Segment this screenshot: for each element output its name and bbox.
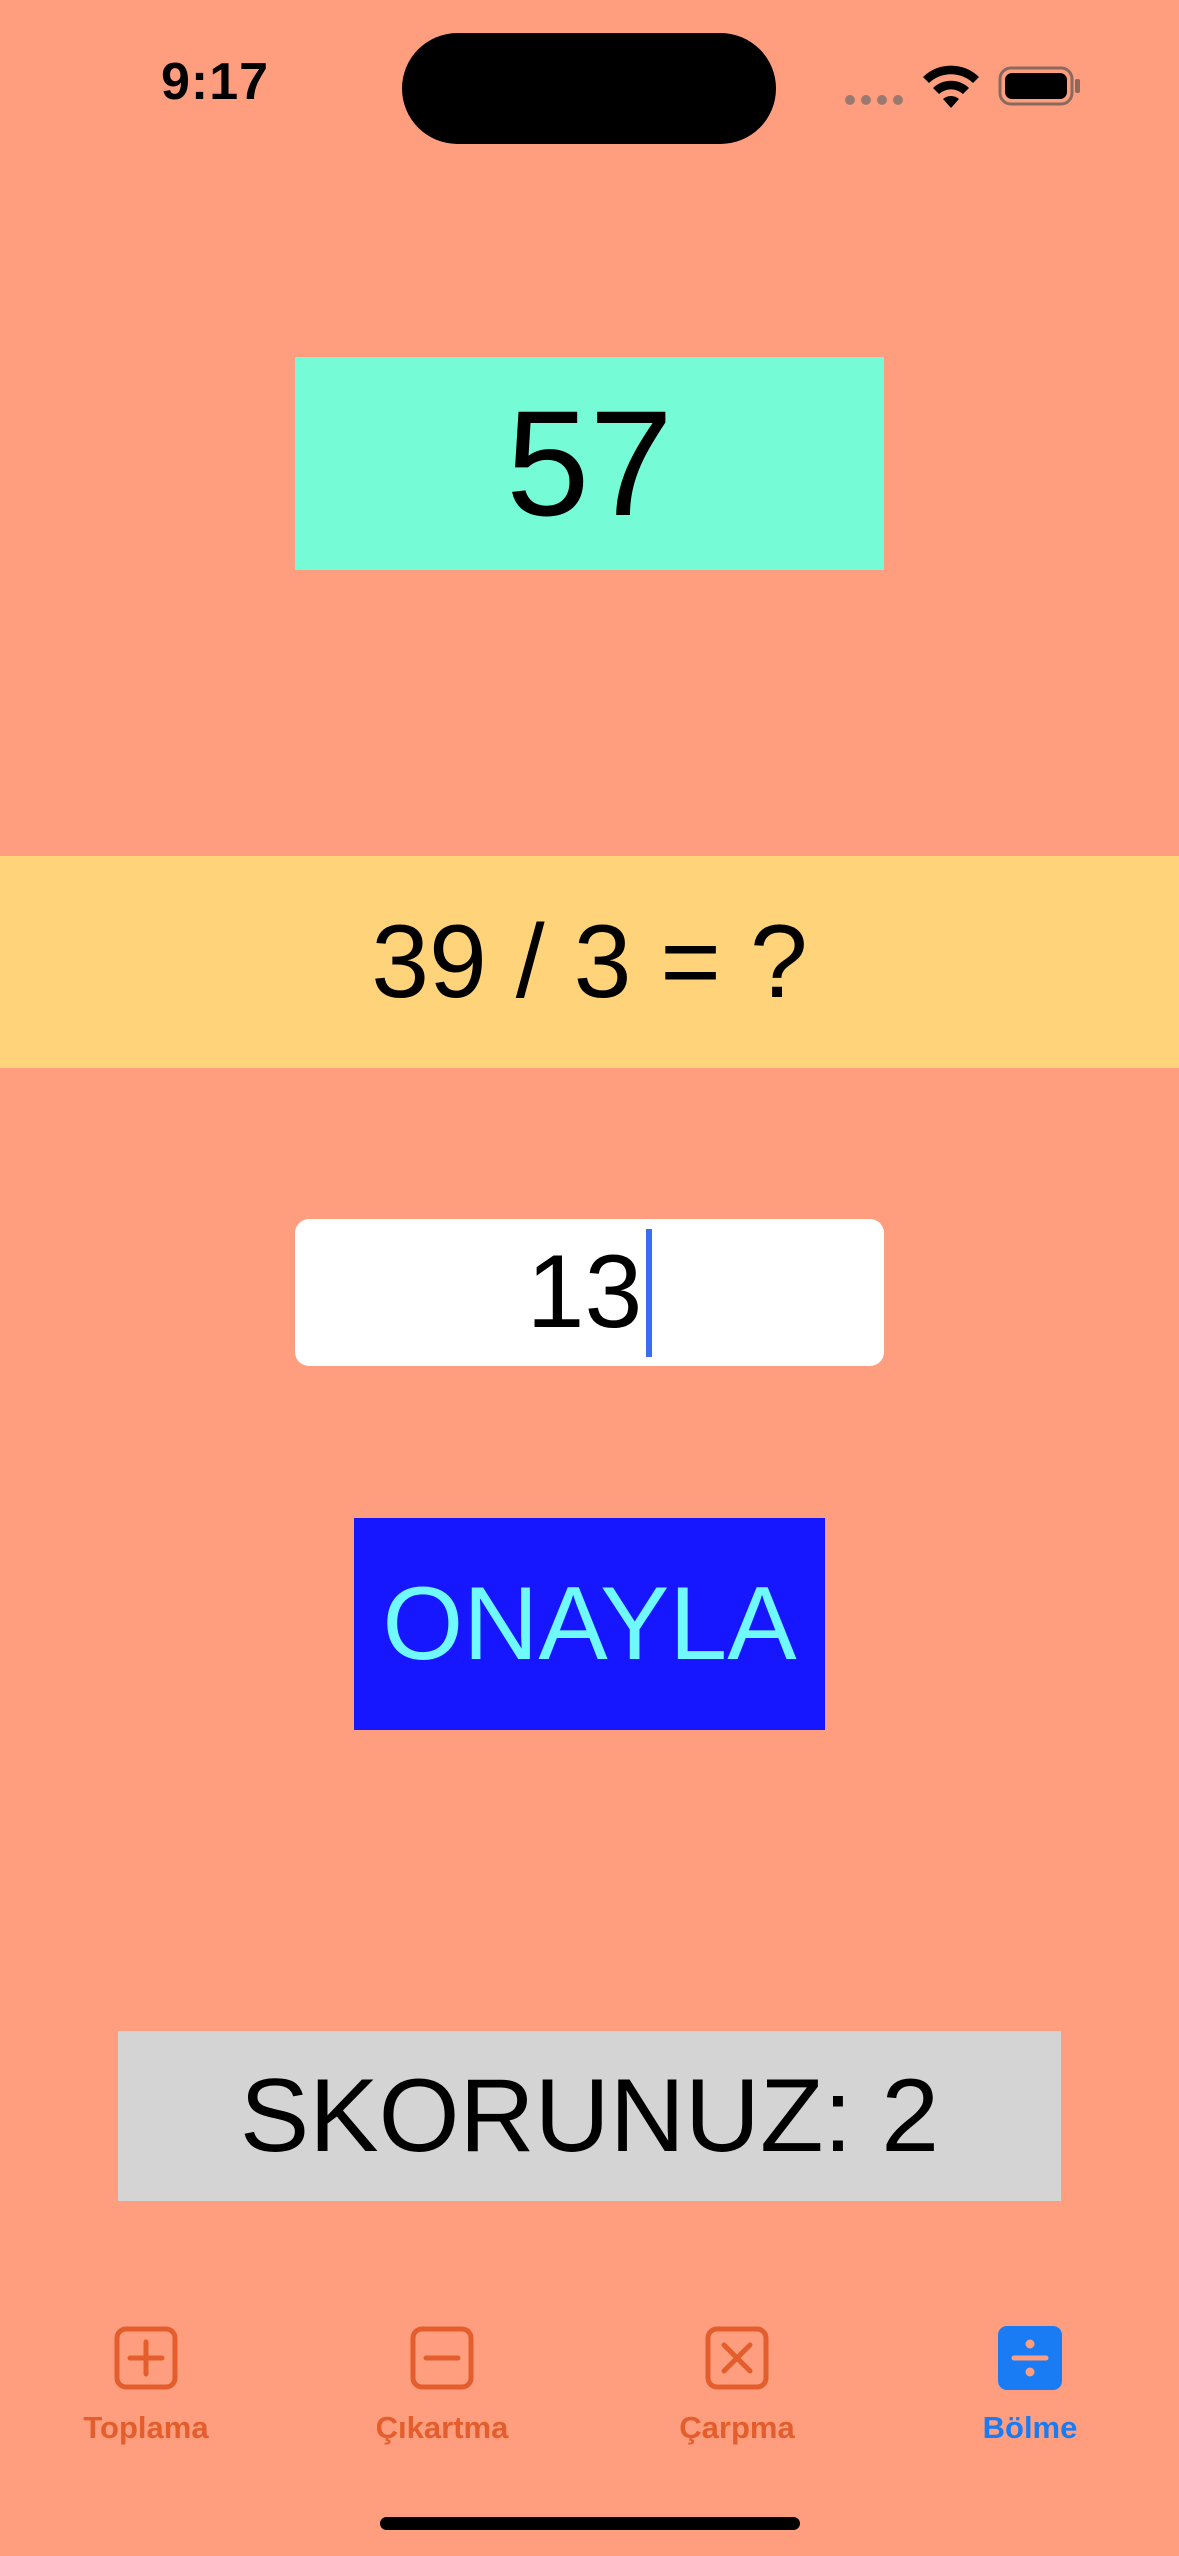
dynamic-island [402, 33, 776, 144]
score-label: SKORUNUZ: 2 [118, 2031, 1061, 2201]
cellular-signal-icon [845, 95, 905, 105]
confirm-button[interactable]: ONAYLA [354, 1518, 825, 1730]
home-indicator [380, 2517, 800, 2530]
tab-cikartma[interactable]: Çıkartma [332, 2326, 552, 2456]
answer-input-value: 13 [526, 1234, 643, 1350]
question-label: 39 / 3 = ? [0, 856, 1179, 1068]
target-number-display: 57 [295, 357, 884, 570]
tab-toplama[interactable]: Toplama [36, 2326, 256, 2456]
tab-cikartma-label: Çıkartma [375, 2410, 509, 2445]
tab-bolme-label: Bölme [982, 2410, 1078, 2445]
minus-square-icon [410, 2326, 474, 2390]
plus-square-icon [114, 2326, 178, 2390]
tab-toplama-label: Toplama [83, 2410, 209, 2445]
tab-bolme[interactable]: Bölme [920, 2326, 1140, 2456]
wifi-icon [923, 65, 979, 108]
divide-square-icon [998, 2326, 1062, 2390]
multiply-square-icon [705, 2326, 769, 2390]
text-caret [646, 1228, 653, 1357]
status-time: 9:17 [160, 53, 270, 111]
battery-icon [998, 66, 1080, 106]
answer-input[interactable]: 13 [295, 1219, 884, 1366]
app-screen: 9:17 57 39 / 3 = ? 13 ONAYLA SKORUNUZ: 2… [0, 0, 1179, 2556]
tab-carpma-label: Çarpma [679, 2410, 795, 2445]
tab-carpma[interactable]: Çarpma [627, 2326, 847, 2456]
